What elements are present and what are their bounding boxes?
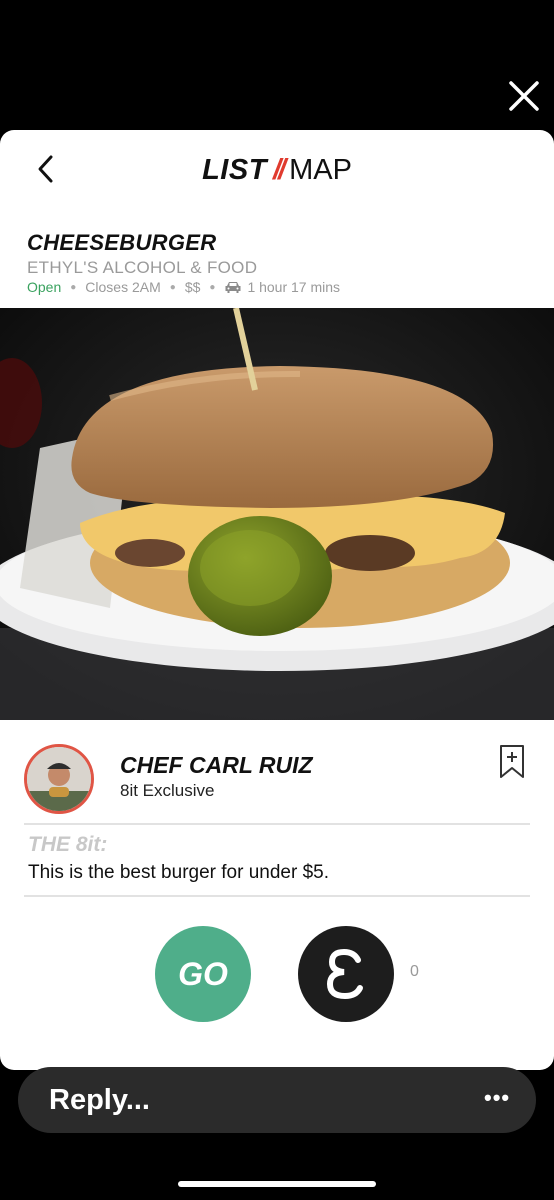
- nav-separator: //: [272, 154, 286, 186]
- meta-dot: ●: [209, 281, 216, 293]
- close-icon: [509, 81, 539, 111]
- reply-input[interactable]: Reply... •••: [18, 1067, 536, 1133]
- avatar[interactable]: [24, 744, 94, 814]
- bookmark-add-icon: [500, 745, 524, 778]
- map-tab[interactable]: MAP: [289, 154, 352, 186]
- chef-subtitle: 8it Exclusive: [120, 781, 215, 800]
- restaurant-name[interactable]: ETHYL'S ALCOHOL & FOOD: [27, 258, 257, 278]
- chef-name[interactable]: CHEF CARL RUIZ: [120, 752, 313, 779]
- list-map-toggle: LIST//MAP: [0, 150, 554, 190]
- dish-name: CHEESEBURGER: [27, 230, 217, 255]
- home-indicator[interactable]: [178, 1181, 376, 1187]
- list-tab[interactable]: LIST: [202, 154, 267, 186]
- review-text: This is the best burger for under $5.: [28, 862, 329, 883]
- go-button[interactable]: GO: [155, 926, 251, 1022]
- open-status: Open: [27, 279, 62, 295]
- eight-count: 0: [410, 963, 419, 980]
- dish-photo: [0, 307, 554, 720]
- closing-time: Closes 2AM: [85, 279, 161, 295]
- dish-card: LIST//MAP CHEESEBURGER ETHYL'S ALCOHOL &…: [0, 130, 554, 1070]
- chef-row: CHEF CARL RUIZ 8it Exclusive: [0, 720, 554, 830]
- review-heading: THE 8it:: [28, 833, 108, 856]
- more-options-button[interactable]: •••: [484, 1085, 510, 1111]
- car-icon: [225, 282, 241, 293]
- drive-time: 1 hour 17 mins: [247, 279, 341, 295]
- chef-avatar-image: [27, 747, 91, 811]
- reply-placeholder: Reply...: [49, 1084, 150, 1116]
- meta-dot: ●: [70, 281, 77, 293]
- eight-button[interactable]: [298, 926, 394, 1022]
- price-level: $$: [184, 279, 201, 295]
- divider: [24, 895, 530, 897]
- eight-logo-icon: [326, 948, 363, 1000]
- divider: [24, 823, 530, 825]
- close-button[interactable]: [506, 78, 542, 114]
- meta-dot: ●: [169, 281, 176, 293]
- restaurant-meta: Open ● Closes 2AM ● $$ ● 1 hour 17 mins: [27, 279, 340, 295]
- bookmark-button[interactable]: [498, 744, 526, 780]
